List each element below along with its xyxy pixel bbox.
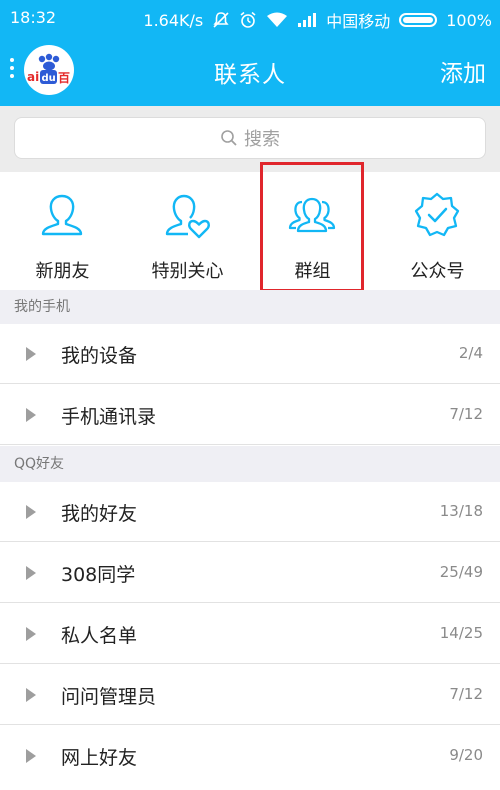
add-button[interactable]: 添加 bbox=[440, 54, 486, 88]
group-name: 我的好友 bbox=[61, 503, 138, 525]
group-name: 私人名单 bbox=[61, 625, 138, 647]
new-friends-label: 新朋友 bbox=[35, 261, 90, 282]
list-item[interactable]: 我的好友 13/18 bbox=[0, 482, 500, 542]
official-accounts-label: 公众号 bbox=[410, 261, 465, 282]
quick-actions: 新朋友 特别关心 群组 公众号 bbox=[0, 172, 500, 290]
person-icon bbox=[41, 194, 83, 236]
group-name: 网上好友 bbox=[61, 747, 138, 769]
expand-arrow-icon bbox=[26, 688, 36, 702]
online-count: 14/25 bbox=[439, 624, 483, 642]
groups-highlight-box bbox=[260, 162, 364, 292]
page-title: 联系人 bbox=[214, 62, 286, 88]
verified-badge-icon bbox=[414, 192, 460, 237]
wifi-icon bbox=[266, 12, 288, 28]
expand-arrow-icon bbox=[26, 347, 36, 361]
list-item[interactable]: 我的设备 2/4 bbox=[0, 324, 500, 384]
online-count: 2/4 bbox=[458, 344, 483, 362]
expand-arrow-icon bbox=[26, 566, 36, 580]
group-name: 问问管理员 bbox=[61, 686, 157, 708]
battery-level: 100% bbox=[446, 10, 492, 30]
online-count: 13/18 bbox=[439, 502, 483, 520]
mute-icon bbox=[212, 11, 230, 29]
list-item[interactable]: 网上好友 9/20 bbox=[0, 726, 500, 786]
search-area: 搜索 bbox=[0, 106, 500, 172]
new-friends-button[interactable]: 新朋友 bbox=[0, 172, 125, 290]
section-header-my-phone: 我的手机 bbox=[0, 290, 500, 324]
list-item[interactable]: 私人名单 14/25 bbox=[0, 604, 500, 664]
status-time: 18:32 bbox=[10, 8, 57, 27]
alarm-icon bbox=[239, 11, 257, 29]
expand-arrow-icon bbox=[26, 627, 36, 641]
network-speed: 1.64K/s bbox=[143, 10, 204, 30]
person-heart-icon bbox=[165, 194, 210, 239]
section-header-qq-friends: QQ好友 bbox=[0, 446, 500, 482]
group-name: 手机通讯录 bbox=[61, 406, 157, 428]
official-accounts-button[interactable]: 公众号 bbox=[375, 172, 500, 290]
search-icon bbox=[221, 130, 237, 146]
status-bar: 18:32 1.64K/s 中国移动 100% bbox=[0, 0, 500, 36]
expand-arrow-icon bbox=[26, 505, 36, 519]
search-placeholder: 搜索 bbox=[244, 129, 280, 150]
online-count: 7/12 bbox=[449, 405, 483, 423]
status-indicators: 1.64K/s 中国移动 100% bbox=[143, 8, 492, 32]
online-count: 25/49 bbox=[439, 563, 483, 581]
list-item[interactable]: 问问管理员 7/12 bbox=[0, 665, 500, 725]
group-name: 308同学 bbox=[61, 564, 136, 586]
online-count: 9/20 bbox=[449, 746, 483, 764]
group-name: 我的设备 bbox=[61, 345, 138, 367]
special-care-button[interactable]: 特别关心 bbox=[125, 172, 250, 290]
section-title: 我的手机 bbox=[14, 299, 70, 315]
section-title: QQ好友 bbox=[14, 456, 65, 472]
expand-arrow-icon bbox=[26, 749, 36, 763]
title-bar: ai du 百 联系人 添加 bbox=[0, 36, 500, 106]
list-item[interactable]: 308同学 25/49 bbox=[0, 543, 500, 603]
expand-arrow-icon bbox=[26, 408, 36, 422]
signal-icon bbox=[297, 12, 317, 28]
special-care-label: 特别关心 bbox=[151, 261, 224, 282]
list-item[interactable]: 手机通讯录 7/12 bbox=[0, 385, 500, 445]
battery-icon bbox=[399, 13, 438, 27]
online-count: 7/12 bbox=[449, 685, 483, 703]
carrier-name: 中国移动 bbox=[326, 12, 391, 31]
search-input[interactable]: 搜索 bbox=[14, 117, 486, 159]
